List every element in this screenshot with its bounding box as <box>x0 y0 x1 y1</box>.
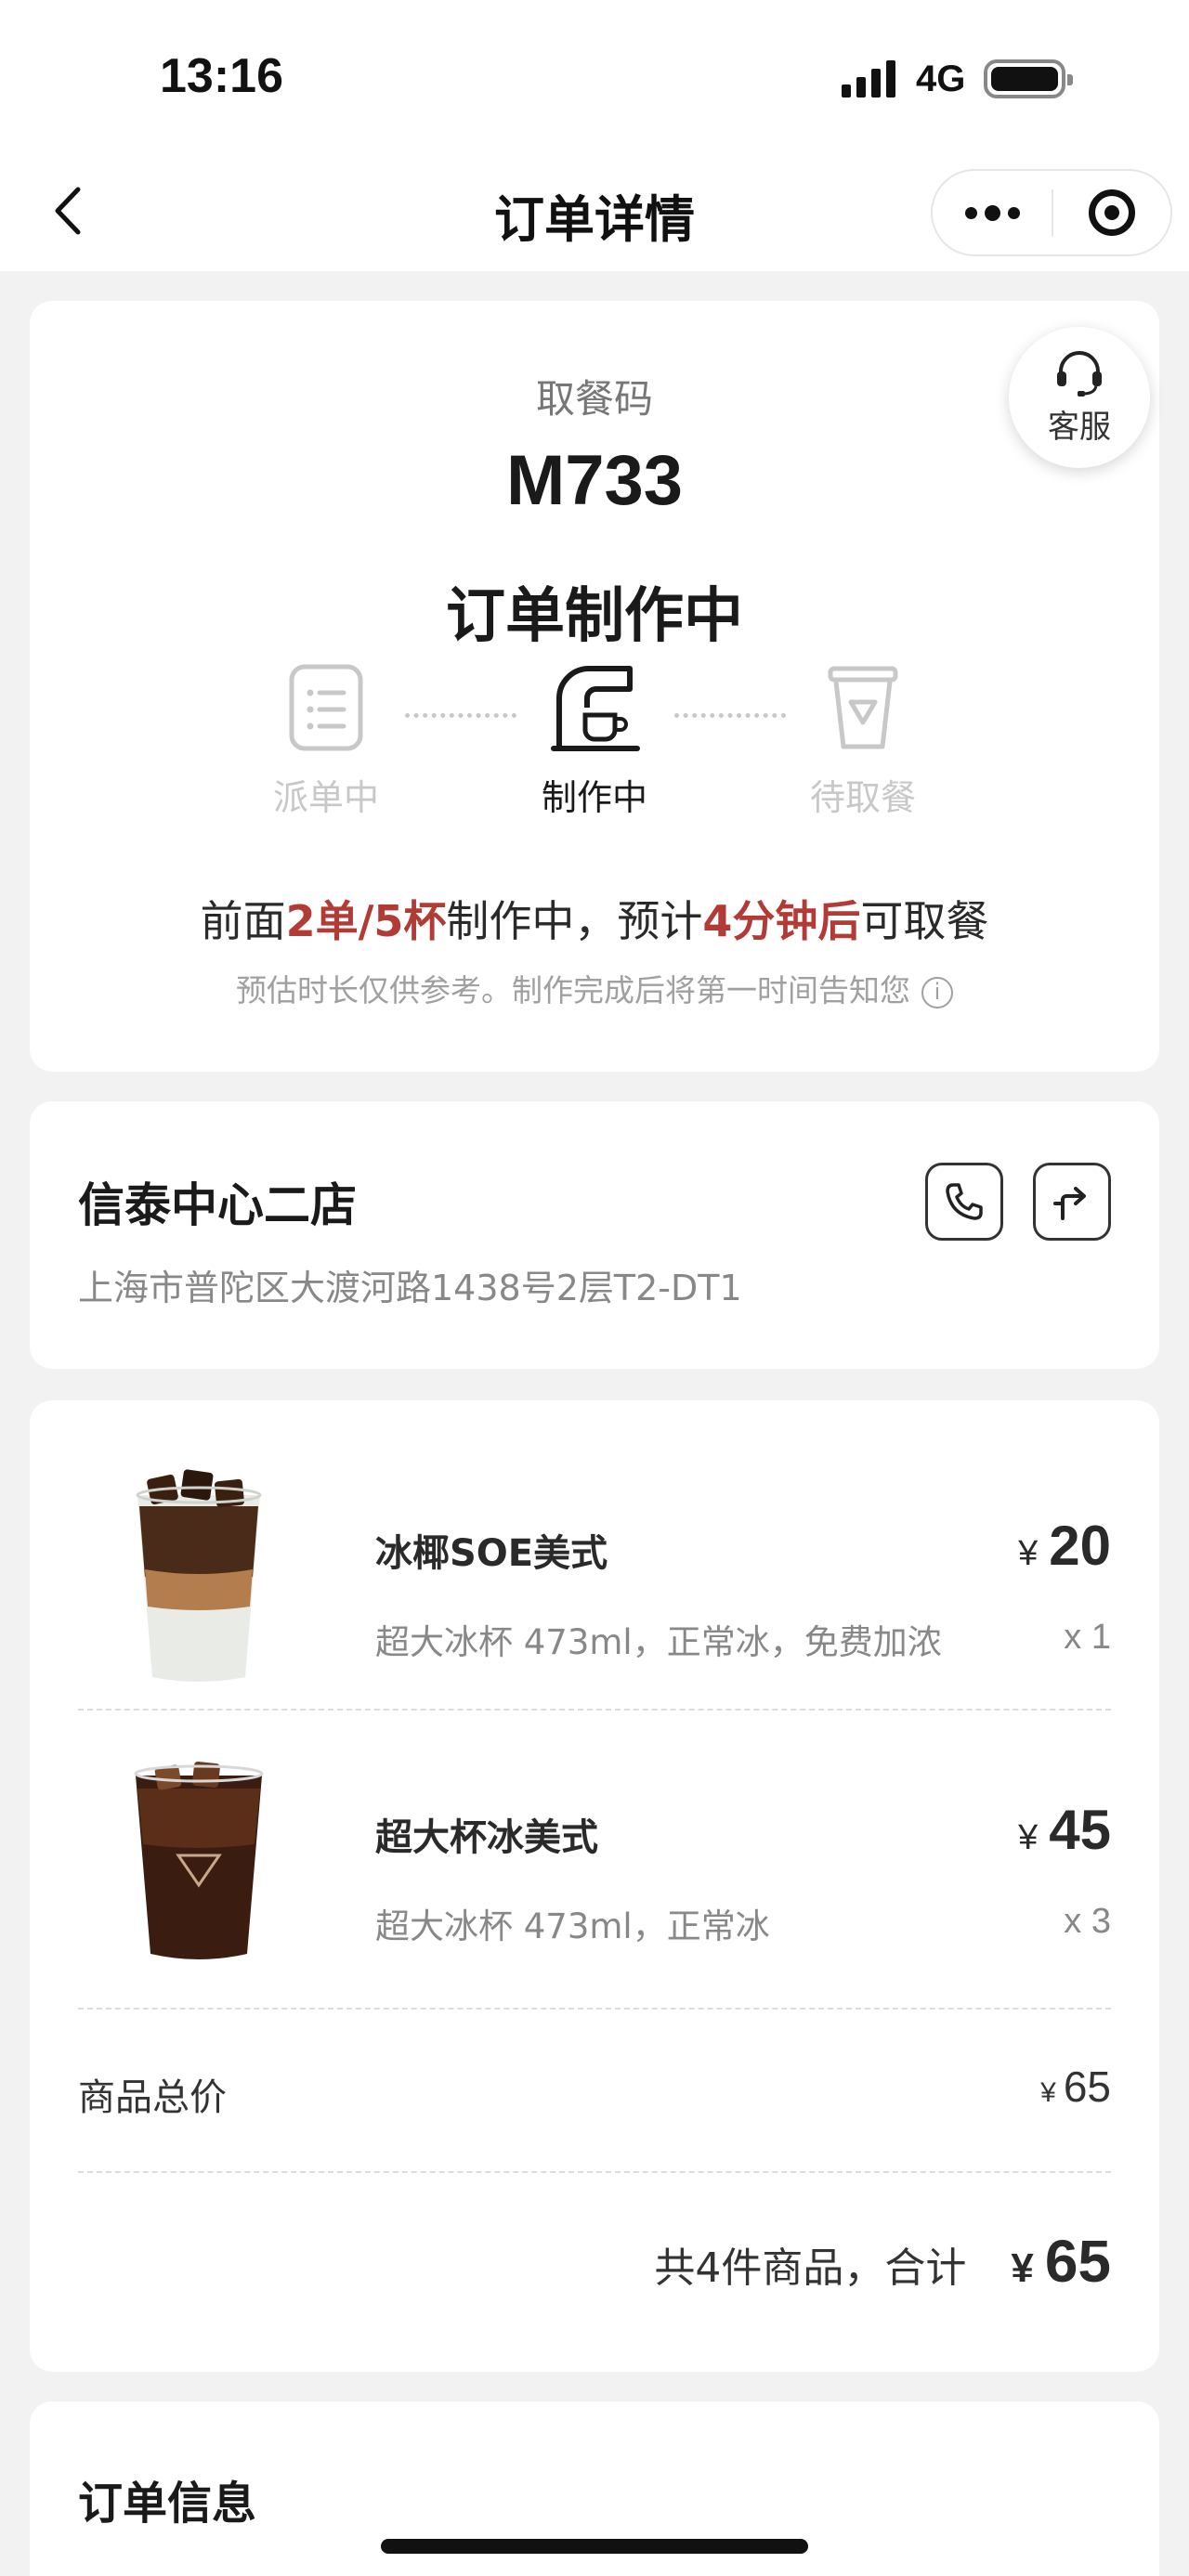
divider <box>78 1709 1111 1711</box>
currency-symbol: ¥ <box>1040 2077 1056 2108</box>
mini-program-capsule <box>931 169 1172 256</box>
currency-symbol: ¥ <box>1011 2245 1034 2291</box>
status-indicators: 4G <box>842 56 1074 102</box>
customer-service-button[interactable]: 客服 <box>1009 327 1150 468</box>
battery-icon <box>984 59 1074 98</box>
step-making: 制作中 <box>502 661 687 820</box>
divider <box>78 2171 1111 2173</box>
progress-prefix: 前面 <box>200 896 286 946</box>
step-label: 制作中 <box>541 777 647 818</box>
navigate-button[interactable] <box>1033 1163 1111 1241</box>
home-indicator[interactable] <box>381 2539 808 2554</box>
step-label: 派单中 <box>272 777 379 818</box>
item-spec: 超大冰杯 473ml，正常冰，免费加浓 <box>375 1622 942 1662</box>
order-total: 共4件商品，合计 ¥ 65 <box>654 2227 1111 2296</box>
signal-icon <box>842 60 895 98</box>
order-items-card: 冰椰SOE美式 超大冰杯 473ml，正常冰，免费加浓 ¥20 x 1 超大杯冰… <box>30 1400 1159 2372</box>
item-name: 超大杯冰美式 <box>375 1816 598 1859</box>
status-bar: 13:16 4G <box>0 0 1189 158</box>
queue-progress-text: 前面2单/5杯制作中，预计4分钟后可取餐 <box>30 888 1159 949</box>
status-time: 13:16 <box>160 49 283 103</box>
coffee-machine-icon <box>551 666 640 751</box>
pickup-card: 取餐码 M733 订单制作中 客服 派单中 制作中 待取餐 前面2单/5杯制作中… <box>30 301 1159 1072</box>
currency-symbol: ¥ <box>1018 1534 1039 1573</box>
subtotal-value: ¥65 <box>1040 2062 1111 2112</box>
step-connector <box>405 713 516 718</box>
phone-icon <box>946 1183 983 1220</box>
customer-service-label: 客服 <box>1048 408 1111 446</box>
item-price-value: 20 <box>1049 1515 1111 1577</box>
target-icon <box>1089 189 1135 236</box>
more-options-button[interactable] <box>933 171 1052 254</box>
item-price: ¥45 <box>1018 1798 1111 1862</box>
item-price-value: 45 <box>1049 1799 1111 1861</box>
call-store-button[interactable] <box>925 1163 1003 1241</box>
item-quantity: x 1 <box>1064 1618 1111 1657</box>
queue-count: 2单/5杯 <box>285 896 447 946</box>
order-info-title: 订单信息 <box>78 2478 257 2530</box>
eta-time: 4分钟后 <box>702 896 861 946</box>
order-status: 订单制作中 <box>446 582 743 651</box>
headset-icon <box>1057 350 1102 397</box>
currency-symbol: ¥ <box>1018 1818 1039 1857</box>
estimate-note: 预估时长仅供参考。制作完成后将第一时间告知您 i <box>30 966 1159 1010</box>
large-iced-americano-image <box>134 1762 264 1959</box>
pickup-code-label: 取餐码 <box>535 376 653 422</box>
subtotal-amount: 65 <box>1063 2062 1111 2111</box>
order-progress-steps: 派单中 制作中 待取餐 <box>30 661 1159 847</box>
store-card: 信泰中心二店 上海市普陀区大渡河路1438号2层T2-DT1 <box>30 1101 1159 1369</box>
navigation-bar: 订单详情 <box>0 158 1189 271</box>
store-address: 上海市普陀区大渡河路1438号2层T2-DT1 <box>78 1268 742 1308</box>
close-mini-program-button[interactable] <box>1053 189 1170 236</box>
directions-icon <box>1053 1187 1086 1220</box>
store-name: 信泰中心二店 <box>78 1178 357 1232</box>
dot-icon <box>984 204 1000 221</box>
step-label: 待取餐 <box>809 777 916 818</box>
divider <box>78 2008 1111 2010</box>
total-amount: 65 <box>1044 2228 1111 2295</box>
list-item[interactable]: 超大杯冰美式 超大冰杯 473ml，正常冰 ¥45 x 3 <box>78 1751 1111 1974</box>
subtotal-label: 商品总价 <box>78 2076 227 2119</box>
dot-icon <box>1007 206 1020 219</box>
item-spec: 超大冰杯 473ml，正常冰 <box>375 1906 770 1946</box>
info-icon[interactable]: i <box>921 976 953 1008</box>
item-name: 冰椰SOE美式 <box>375 1532 608 1575</box>
network-type: 4G <box>916 58 966 99</box>
order-list-icon <box>289 664 363 751</box>
takeaway-cup-icon <box>828 666 898 749</box>
step-connector <box>674 713 786 718</box>
step-dispatching: 派单中 <box>233 661 419 820</box>
iced-coconut-americano-image <box>136 1469 262 1682</box>
pickup-code: M733 <box>505 441 684 520</box>
list-item[interactable]: 冰椰SOE美式 超大冰杯 473ml，正常冰，免费加浓 ¥20 x 1 <box>78 1467 1111 1690</box>
total-text: 共4件商品，合计 <box>654 2244 967 2292</box>
progress-middle: 制作中，预计 <box>446 896 703 946</box>
step-ready: 待取餐 <box>770 661 956 820</box>
progress-suffix: 可取餐 <box>860 896 989 946</box>
item-price: ¥20 <box>1018 1514 1111 1578</box>
dot-icon <box>964 206 977 219</box>
item-quantity: x 3 <box>1064 1902 1111 1941</box>
estimate-note-text: 预估时长仅供参考。制作完成后将第一时间告知您 <box>236 972 910 1008</box>
